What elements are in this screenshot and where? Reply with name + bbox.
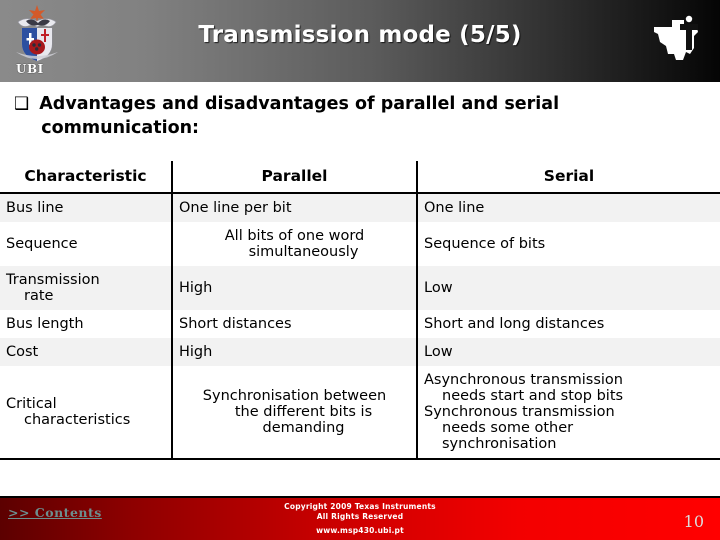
- ubi-logo-label: UBI: [16, 62, 44, 76]
- cell-serial: Short and long distances: [417, 310, 720, 338]
- cell-characteristic-line-2: rate: [24, 288, 54, 304]
- column-header-parallel: Parallel: [172, 161, 418, 194]
- cell-parallel-line-1: Synchronisation between: [202, 388, 387, 404]
- slide-footer: >> Contents Copyright 2009 Texas Instrum…: [0, 496, 720, 540]
- bullet-line-1: Advantages and disadvantages of parallel…: [39, 94, 560, 114]
- bullet-block: ❑ Advantages and disadvantages of parall…: [0, 92, 720, 140]
- cell-parallel: High: [172, 338, 418, 366]
- cell-serial: One line: [417, 193, 720, 222]
- cell-parallel: All bits of one word simultaneously: [172, 222, 418, 266]
- cell-parallel: Synchronisation between the different bi…: [172, 366, 418, 460]
- column-header-serial: Serial: [417, 161, 720, 194]
- cell-characteristic: Critical characteristics: [0, 366, 173, 460]
- bullet-item: ❑ Advantages and disadvantages of parall…: [0, 92, 720, 140]
- cell-serial: Low: [417, 338, 720, 366]
- table-row: Bus line One line per bit One line: [0, 193, 720, 222]
- cell-serial-line-3: Synchronous transmission: [424, 404, 615, 420]
- copyright-line-1: Copyright 2009 Texas Instruments: [284, 502, 436, 511]
- cell-characteristic-line-1: Critical: [6, 396, 57, 412]
- copyright-text: Copyright 2009 Texas Instruments All Rig…: [0, 502, 720, 522]
- table-row: Transmission rate High Low: [0, 266, 720, 310]
- page-number: 10: [683, 512, 704, 531]
- cell-characteristic: Bus length: [0, 310, 173, 338]
- cell-serial-line-2: needs start and stop bits: [442, 388, 624, 404]
- table-row: Bus length Short distances Short and lon…: [0, 310, 720, 338]
- cell-serial-line-1: Asynchronous transmission: [424, 372, 623, 388]
- site-url: www.msp430.ubi.pt: [316, 526, 404, 535]
- cell-characteristic: Bus line: [0, 193, 173, 222]
- cell-parallel-line-2: simultaneously: [248, 244, 359, 260]
- bullet-line-2: communication:: [41, 118, 200, 138]
- cell-parallel-line-2: the different bits is: [234, 404, 373, 420]
- table-row: Sequence All bits of one word simultaneo…: [0, 222, 720, 266]
- page-title: Transmission mode (5/5): [198, 22, 522, 48]
- table-row: Cost High Low: [0, 338, 720, 366]
- cell-characteristic: Cost: [0, 338, 173, 366]
- slide-header: UBI Transmission mode (5/5): [0, 0, 720, 82]
- cell-parallel: Short distances: [172, 310, 418, 338]
- bullet-text: Advantages and disadvantages of parallel…: [39, 92, 559, 140]
- cell-serial-line-4: needs some other: [442, 420, 574, 436]
- cell-parallel: One line per bit: [172, 193, 418, 222]
- cell-parallel-line-3: demanding: [262, 420, 345, 436]
- table-row: Critical characteristics Synchronisation…: [0, 366, 720, 460]
- cell-characteristic-line-1: Transmission: [6, 272, 100, 288]
- table-header-row: Characteristic Parallel Serial: [0, 161, 720, 194]
- cell-serial: Low: [417, 266, 720, 310]
- column-header-characteristic: Characteristic: [0, 161, 173, 194]
- copyright-line-2: All Rights Reserved: [316, 512, 404, 521]
- cell-characteristic-line-2: characteristics: [24, 412, 131, 428]
- cell-parallel-line-1: All bits of one word: [224, 228, 365, 244]
- cell-serial-line-5: synchronisation: [442, 436, 557, 452]
- cell-serial: Asynchronous transmission needs start an…: [417, 366, 720, 460]
- ubi-crest-icon: [16, 5, 58, 62]
- comparison-table: Characteristic Parallel Serial Bus line …: [0, 161, 720, 460]
- ti-logo-icon: [654, 15, 698, 60]
- ubi-logo: UBI: [2, 0, 74, 82]
- cell-characteristic: Transmission rate: [0, 266, 173, 310]
- square-bullet-icon: ❑: [14, 94, 30, 114]
- cell-parallel: High: [172, 266, 418, 310]
- cell-characteristic: Sequence: [0, 222, 173, 266]
- cell-serial: Sequence of bits: [417, 222, 720, 266]
